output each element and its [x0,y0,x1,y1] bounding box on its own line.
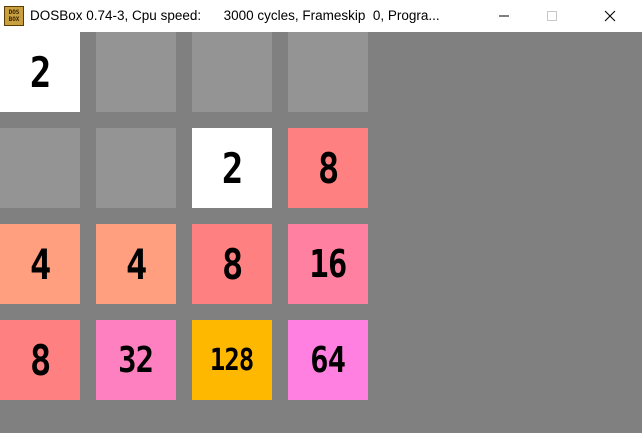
tile-2: 2 [192,128,272,208]
tile-8: 8 [192,224,272,304]
tile-empty [96,128,176,208]
tile-16: 16 [288,224,368,304]
close-icon [604,10,616,22]
tile-value: 2 [29,47,52,97]
dosbox-window: DOS BOX DOSBox 0.74-3, Cpu speed: 3000 c… [0,0,642,433]
tile-4: 4 [0,224,80,304]
dosbox-icon[interactable]: DOS BOX [4,6,24,26]
tile-empty [192,32,272,112]
tile-32: 32 [96,320,176,400]
tile-4: 4 [96,224,176,304]
dos-screen[interactable]: 2 2 8 4 4 8 16 8 32 128 64 [0,32,642,433]
game-board: 2 2 8 4 4 8 16 8 32 128 64 [0,32,370,402]
icon-text-bottom: BOX [8,16,20,23]
tile-value: 16 [309,242,347,286]
tile-value: 128 [210,342,254,378]
tile-empty [96,32,176,112]
minimize-button[interactable] [481,0,527,32]
close-button[interactable] [587,0,633,32]
tile-64: 64 [288,320,368,400]
tile-value: 2 [221,143,244,193]
maximize-icon [547,11,557,21]
tile-value: 4 [125,239,148,289]
tile-8: 8 [288,128,368,208]
tile-value: 8 [221,239,244,289]
title-bar[interactable]: DOS BOX DOSBox 0.74-3, Cpu speed: 3000 c… [0,0,642,32]
tile-8: 8 [0,320,80,400]
tile-value: 4 [29,239,52,289]
tile-value: 32 [118,339,154,381]
tile-value: 8 [29,335,52,385]
maximize-button[interactable] [529,0,575,32]
tile-empty [288,32,368,112]
window-title: DOSBox 0.74-3, Cpu speed: 3000 cycles, F… [30,8,440,23]
tile-empty [0,128,80,208]
tile-value: 64 [310,339,346,381]
minimize-icon [499,15,509,17]
tile-128: 128 [192,320,272,400]
icon-text-top: DOS [8,9,20,16]
tile-value: 8 [317,143,340,193]
tile-2: 2 [0,32,80,112]
